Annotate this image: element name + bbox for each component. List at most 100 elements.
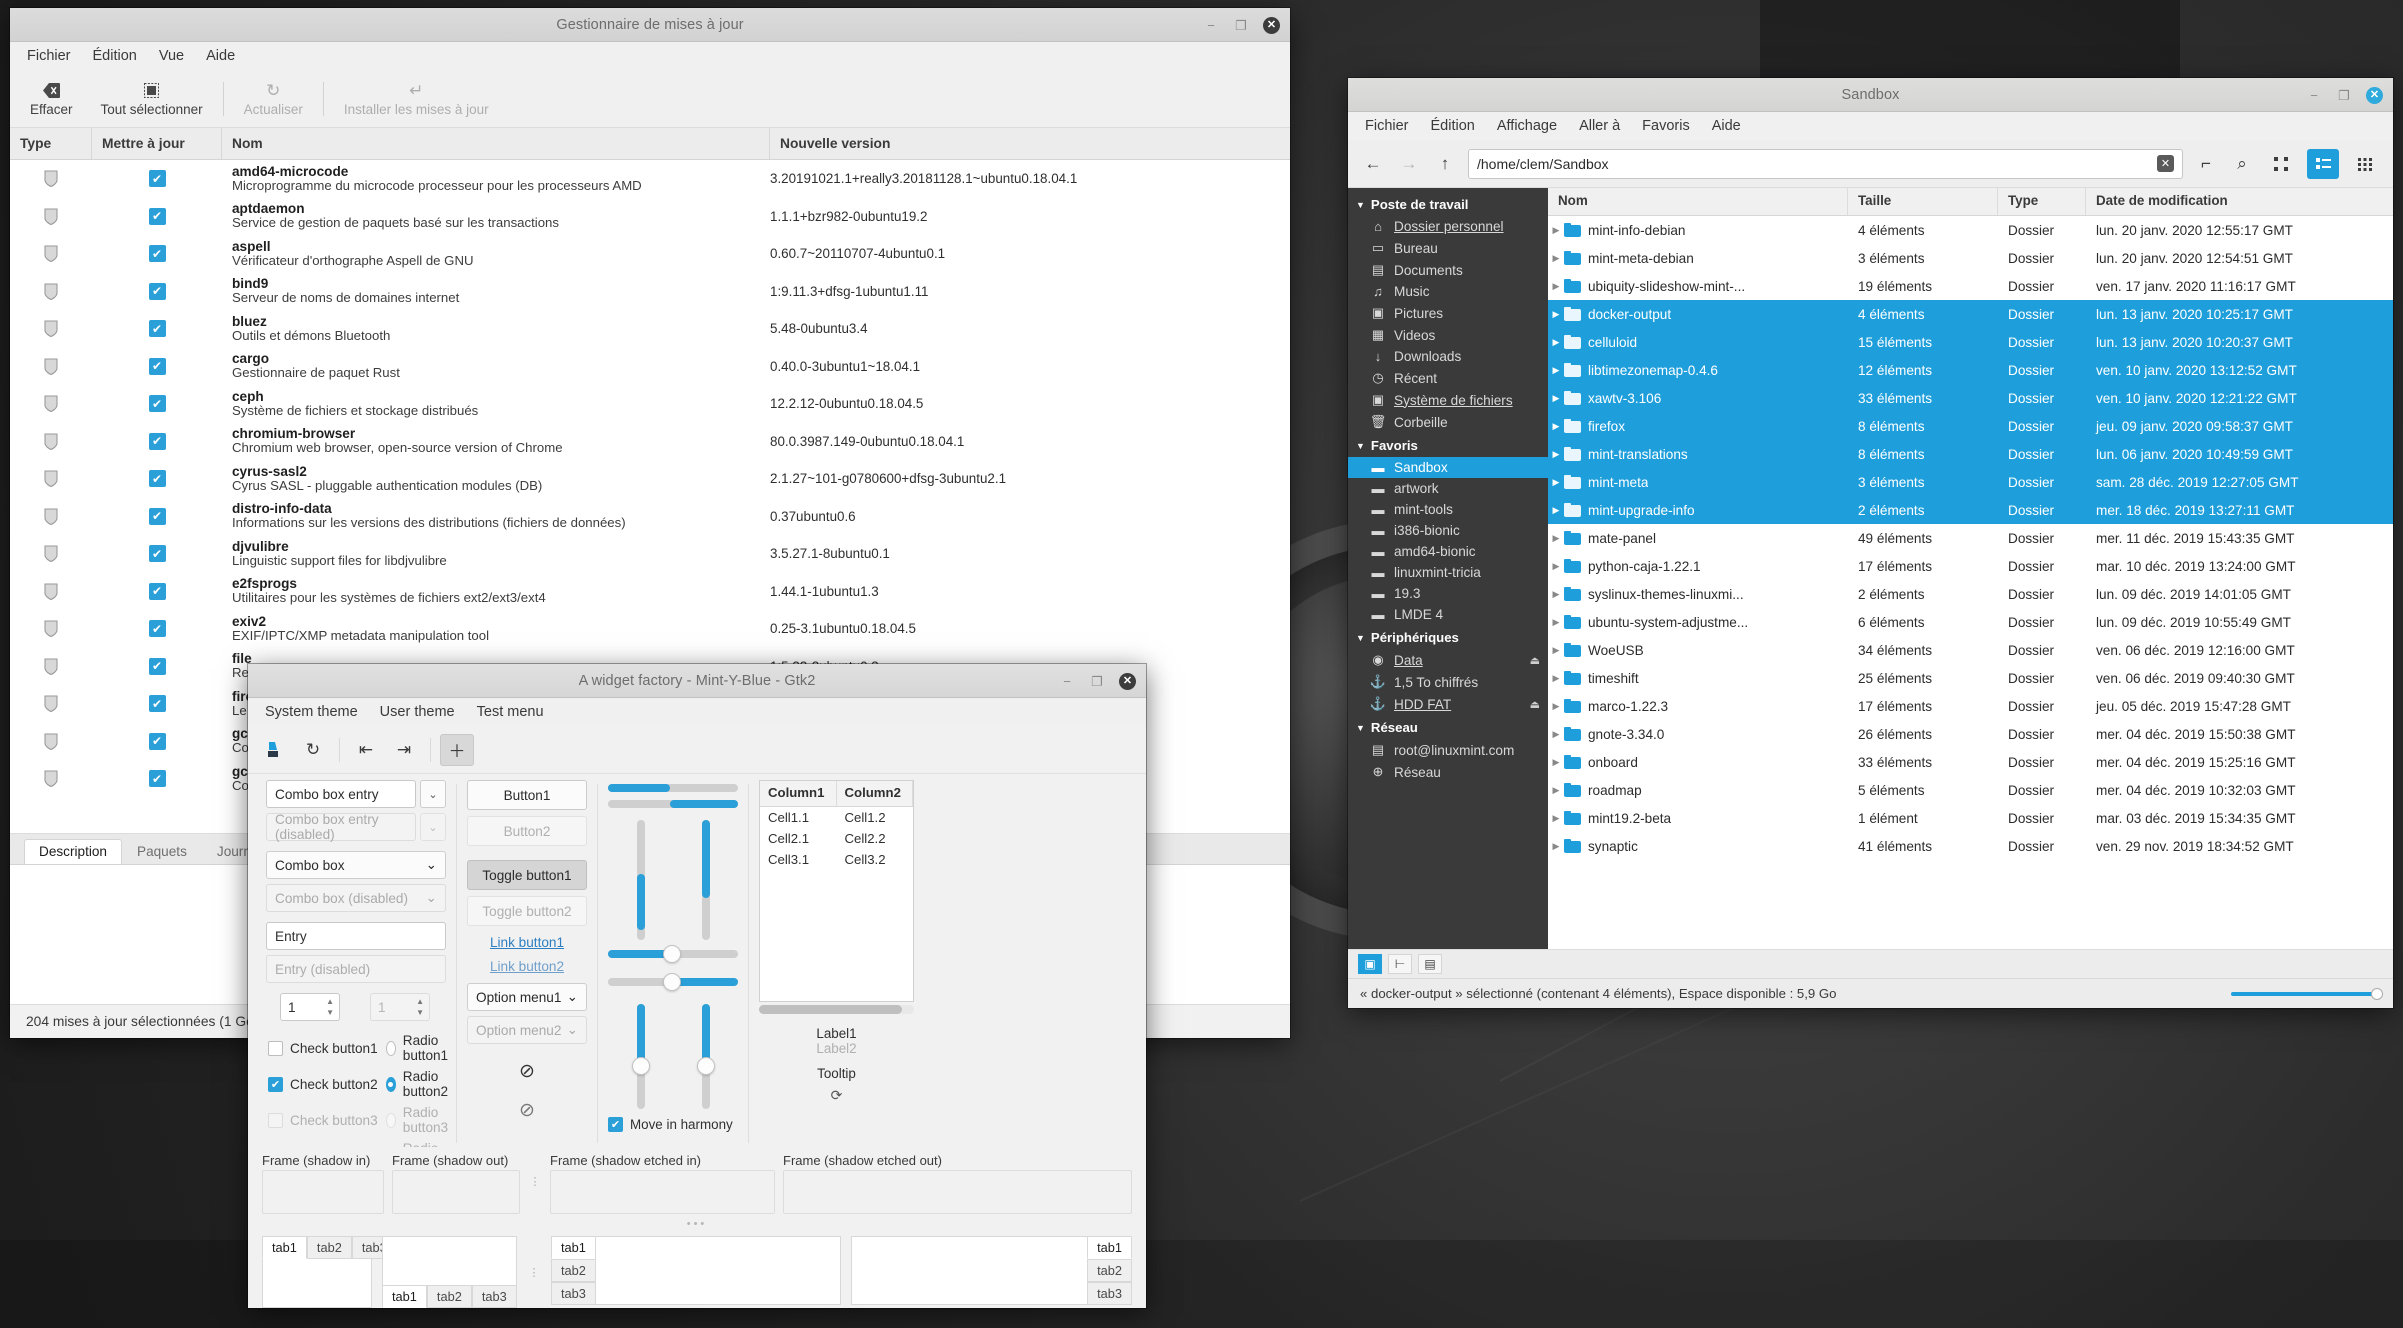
eject-icon[interactable]: ⏏	[1530, 654, 1540, 667]
list-view-icon[interactable]	[2307, 148, 2339, 179]
up-icon[interactable]: ↑	[1432, 151, 1458, 177]
combo-box-entry-field[interactable]: Combo box entry	[266, 780, 416, 808]
split-view-icon[interactable]: ⊢	[1388, 954, 1412, 974]
checkbox-icon[interactable]: ✔	[148, 620, 166, 638]
expander-icon[interactable]: ▶	[1548, 785, 1564, 796]
sidebar-item-documents[interactable]: ▤ Documents	[1348, 259, 1548, 281]
checkbox-icon[interactable]: ✔	[148, 207, 166, 225]
notebook-bottom[interactable]: tab1 tab2 tab3	[382, 1236, 517, 1308]
places-section-header[interactable]: ▼ Favoris	[1348, 433, 1548, 457]
notebook-left[interactable]: tab1 tab2 tab3	[551, 1236, 841, 1305]
menu-aide[interactable]: Aide	[1703, 115, 1750, 137]
checkbox-icon[interactable]: ✔	[148, 170, 166, 188]
checkbox-icon[interactable]: ✔	[148, 770, 166, 788]
back-icon[interactable]: ←	[1360, 151, 1386, 177]
file-row[interactable]: ▶ mint-info-debian 4 éléments Dossier lun. 2…	[1548, 216, 2393, 244]
check-button-2[interactable]: ✔ Check button2	[268, 1069, 386, 1099]
package-check-cell[interactable]: ✔	[92, 657, 222, 675]
sidebar-item-r-cent[interactable]: ◷ Récent	[1348, 367, 1548, 389]
checkbox-icon[interactable]: ✔	[148, 282, 166, 300]
column-type[interactable]: Type	[1998, 188, 2086, 215]
menu-favoris[interactable]: Favoris	[1633, 115, 1699, 137]
file-row[interactable]: ▶ WoeUSB 34 éléments Dossier ven. 06 déc. 20…	[1548, 636, 2393, 664]
package-row[interactable]: ✔ amd64-microcode Microprogramme du microc…	[10, 160, 1290, 198]
file-row[interactable]: ▶ onboard 33 éléments Dossier mer. 04 déc. 2…	[1548, 748, 2393, 776]
checkbox-icon[interactable]: ✔	[148, 395, 166, 413]
expander-icon[interactable]: ▶	[1548, 645, 1564, 656]
file-manager-toolbar[interactable]: ← → ↑ /home/clem/Sandbox ✕ ⌐ ⌕	[1348, 140, 2393, 188]
package-row[interactable]: ✔ djvulibre Linguistic support files for l…	[10, 535, 1290, 573]
menu-fichier[interactable]: Fichier	[18, 45, 80, 67]
move-in-harmony-check[interactable]: ✔ Move in harmony	[608, 1117, 738, 1132]
extra-pane-icon[interactable]: ▤	[1418, 954, 1442, 974]
window-controls[interactable]: − ❐ ✕	[1203, 8, 1280, 42]
vertical-scale-1[interactable]	[636, 820, 645, 940]
clear-button[interactable]: Effacer	[16, 79, 87, 119]
tree-horizontal-scrollbar[interactable]	[759, 1005, 914, 1014]
chevron-down-icon[interactable]: ▼	[1356, 633, 1365, 643]
notebook-right-tab1[interactable]: tab1	[1087, 1236, 1132, 1259]
chevron-down-icon[interactable]: ⌄	[420, 780, 446, 808]
sidebar-item-linuxmint-tricia[interactable]: ▬ linuxmint-tricia	[1348, 562, 1548, 583]
file-row[interactable]: ▶ mint-translations 8 éléments Dossier lun. …	[1548, 440, 2393, 468]
column-type[interactable]: Type	[10, 128, 92, 159]
file-row[interactable]: ▶ mate-panel 49 éléments Dossier mer. 11 déc…	[1548, 524, 2393, 552]
tree-row[interactable]: Cell1.1 Cell1.2	[760, 807, 913, 828]
tree-row[interactable]: Cell3.1 Cell3.2	[760, 849, 913, 870]
sidebar-item-1-5-to-chiffr-s[interactable]: ⚓ 1,5 To chiffrés	[1348, 671, 1548, 693]
expander-icon[interactable]: ▶	[1548, 225, 1564, 236]
expander-icon[interactable]: ▶	[1548, 561, 1564, 572]
compact-view-icon[interactable]	[2349, 149, 2381, 179]
radio-button-2[interactable]: Radio button2	[386, 1069, 453, 1099]
package-row[interactable]: ✔ ceph Système de fichiers et stockage dis…	[10, 385, 1290, 423]
expander-icon[interactable]: ▶	[1548, 365, 1564, 376]
tooltip-label[interactable]: Tooltip	[759, 1066, 914, 1081]
radio-icon[interactable]	[386, 1040, 396, 1056]
combo-box-entry[interactable]: Combo box entry ⌄	[266, 780, 446, 808]
places-section-header[interactable]: ▼ Réseau	[1348, 715, 1548, 739]
widget-factory-window[interactable]: A widget factory - Mint-Y-Blue - Gtk2 − …	[248, 664, 1146, 1308]
eject-icon[interactable]: ⏏	[1530, 698, 1540, 711]
sidebar-item-music[interactable]: ♫ Music	[1348, 281, 1548, 302]
package-check-cell[interactable]: ✔	[92, 357, 222, 375]
expander-icon[interactable]: ▶	[1548, 505, 1564, 516]
path-input[interactable]: /home/clem/Sandbox ✕	[1468, 148, 2183, 179]
checkbox-icon[interactable]: ✔	[148, 582, 166, 600]
places-section-header[interactable]: ▼ Périphériques	[1348, 625, 1548, 649]
package-check-cell[interactable]: ✔	[92, 732, 222, 750]
package-row[interactable]: ✔ cyrus-sasl2 Cyrus SASL - pluggable authe…	[10, 460, 1290, 498]
expander-icon[interactable]: ▶	[1548, 281, 1564, 292]
button-1[interactable]: Button1	[467, 780, 587, 810]
checkbox-icon[interactable]: ✔	[148, 245, 166, 263]
package-check-cell[interactable]: ✔	[92, 320, 222, 338]
tree-row[interactable]: Cell2.1 Cell2.2	[760, 828, 913, 849]
notebook-top-tab1[interactable]: tab1	[262, 1236, 307, 1259]
expander-icon[interactable]: ▶	[1548, 533, 1564, 544]
notebook-bottom-tab3[interactable]: tab3	[471, 1285, 517, 1308]
icon-view-icon[interactable]	[2265, 149, 2297, 179]
spin-button[interactable]: 1 ▲ ▼	[280, 993, 340, 1021]
minimize-icon[interactable]: −	[1203, 17, 1219, 33]
menu-aller-a[interactable]: Aller à	[1570, 115, 1629, 137]
sidebar-item-dossier-personnel[interactable]: ⌂ Dossier personnel	[1348, 216, 1548, 237]
refresh-button[interactable]: ↻ Actualiser	[230, 79, 317, 119]
first-icon[interactable]: ⇤	[349, 734, 383, 766]
notebook-right[interactable]: tab1 tab2 tab3	[851, 1236, 1132, 1305]
link-button-2[interactable]: Link button2	[467, 959, 587, 974]
expander-icon[interactable]: ▶	[1548, 617, 1564, 628]
menu-user-theme[interactable]: User theme	[371, 701, 464, 723]
notebook-bottom-tab1[interactable]: tab1	[382, 1285, 427, 1308]
widget-factory-menubar[interactable]: System theme User theme Test menu	[248, 698, 1146, 726]
maximize-icon[interactable]: ❐	[1089, 673, 1105, 689]
checkbox-icon[interactable]: ✔	[148, 545, 166, 563]
update-manager-menubar[interactable]: Fichier Édition Vue Aide	[10, 42, 1290, 70]
tree-header[interactable]: Column1 Column2	[760, 781, 913, 807]
package-check-cell[interactable]: ✔	[92, 470, 222, 488]
update-manager-titlebar[interactable]: Gestionnaire de mises à jour − ❐ ✕	[10, 8, 1290, 42]
notebook-bottom-tabs[interactable]: tab1 tab2 tab3	[382, 1285, 517, 1308]
notebook-bottom-tab2[interactable]: tab2	[426, 1285, 472, 1308]
package-row[interactable]: ✔ bluez Outils et démons Bluetooth 5.48-0ub…	[10, 310, 1290, 348]
notebook-top-tab2[interactable]: tab2	[306, 1236, 352, 1259]
entry-field[interactable]: Entry	[266, 922, 446, 950]
expander-icon[interactable]: ▶	[1548, 449, 1564, 460]
